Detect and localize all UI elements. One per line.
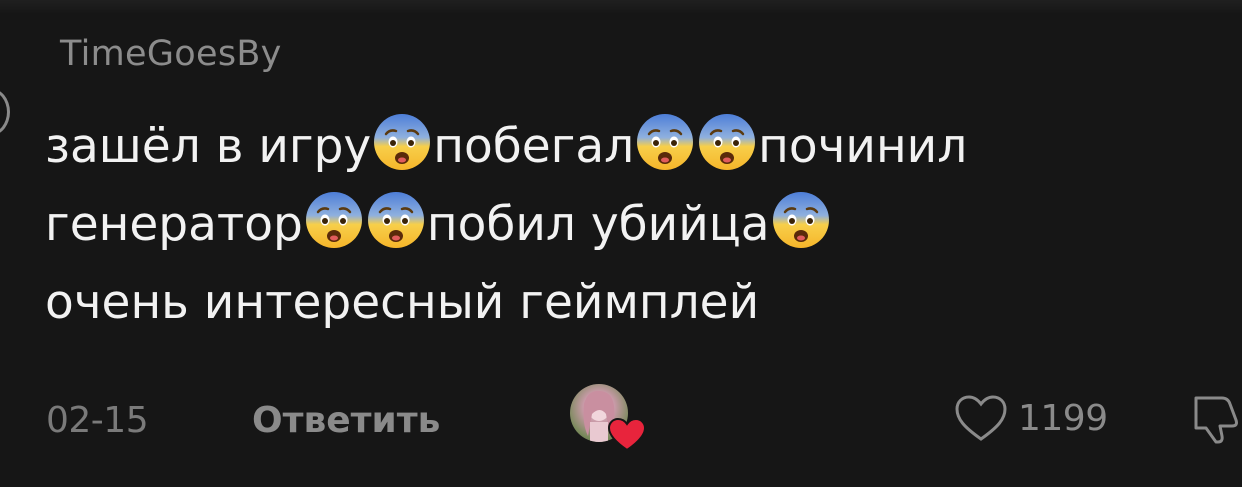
comment-line-3: очень интересный геймплей [45, 264, 1225, 342]
commenter-avatar[interactable] [0, 88, 10, 136]
fearful-face-emoji-icon [697, 112, 757, 172]
fearful-face-emoji-icon [635, 112, 695, 172]
heart-outline-icon[interactable] [954, 394, 1008, 442]
comment-text: зашёл в игру побегал починил генератор поби… [45, 108, 1225, 342]
comment-date: 02-15 [46, 400, 149, 441]
comment-text-segment: генератор [45, 197, 303, 252]
comment-text-segment: побил убийца [426, 197, 770, 252]
like-count: 1199 [1018, 398, 1108, 439]
comment-actions: 02-15 Ответить 1199 [40, 380, 1242, 460]
fearful-face-emoji-icon [372, 112, 432, 172]
comment-text-segment: побегал [433, 119, 635, 174]
fearful-face-emoji-icon [771, 190, 831, 250]
creator-liked-badge [570, 384, 646, 454]
thumbs-down-icon[interactable] [1188, 390, 1242, 446]
fearful-face-emoji-icon [304, 190, 364, 250]
comment-username[interactable]: TimeGoesBy [60, 34, 282, 74]
fearful-face-emoji-icon [366, 190, 426, 250]
comment-line-2: генератор побил убийца [45, 186, 1225, 264]
comment-text-segment: очень интересный геймплей [45, 275, 760, 330]
comment-line-1: зашёл в игру побегал починил [45, 108, 1225, 186]
comment-text-segment: починил [758, 119, 968, 174]
creator-liked-heart-icon [608, 418, 646, 452]
reply-button[interactable]: Ответить [252, 400, 440, 441]
top-fade [0, 0, 1242, 14]
comment-text-segment: зашёл в игру [45, 119, 372, 174]
